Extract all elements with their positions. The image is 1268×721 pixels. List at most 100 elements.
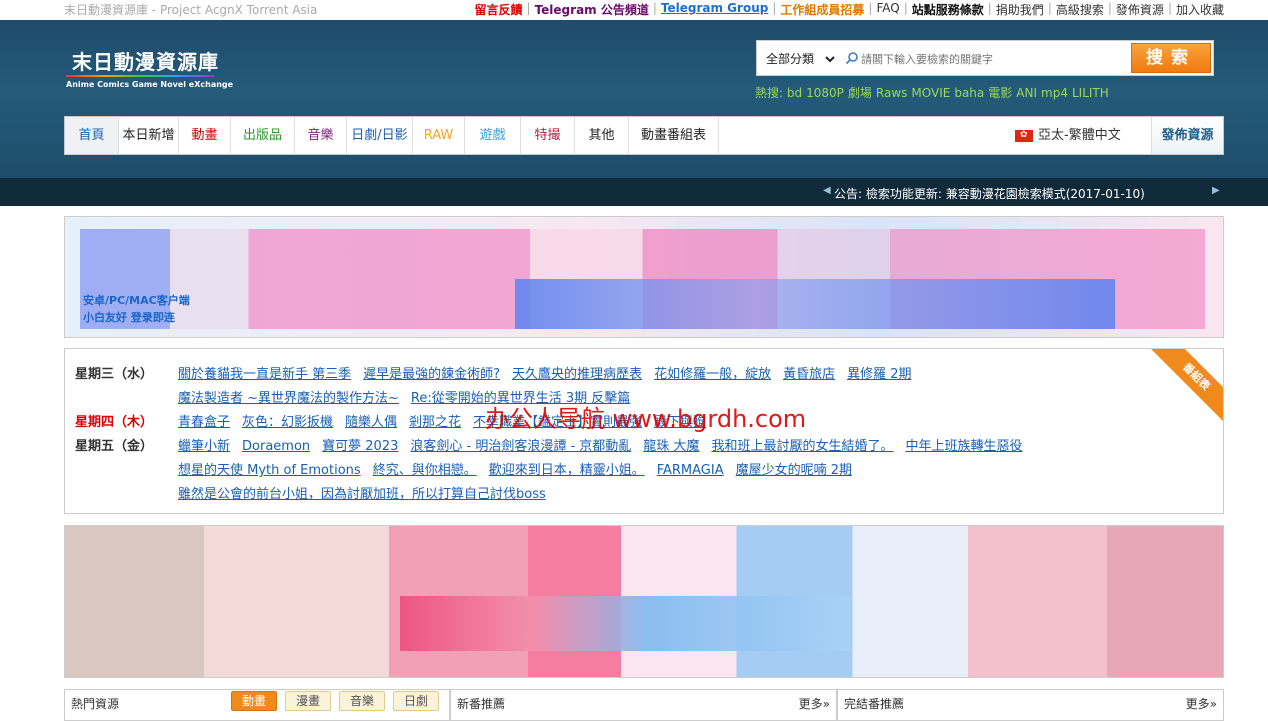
anime-title-link[interactable]: 異修羅 2期 <box>847 367 911 382</box>
nav-item[interactable]: 出版品 <box>231 117 295 154</box>
banner-image-detail <box>515 279 1115 329</box>
publish-button[interactable]: 發佈資源 <box>1151 117 1223 154</box>
link-separator: | <box>903 1 908 15</box>
announcement-bar: ◀ 公告: 檢索功能更新: 兼容動漫花園檢索模式(2017-01-10) ▶ <box>0 178 1268 206</box>
client-promo-line1: 安卓/PC/MAC客户端 <box>83 294 190 307</box>
anime-title-link[interactable]: FARMAGIA <box>657 463 724 478</box>
top-link[interactable]: 工作組成員招募 <box>780 1 864 18</box>
top-link[interactable]: 發佈資源 <box>1116 1 1164 18</box>
anime-title-link[interactable]: 龍珠 大魔 <box>643 439 699 454</box>
header: 末日動漫資源庫 Anime Comics Game Novel eXchange… <box>0 20 1268 178</box>
hot-search-word[interactable]: mp4 <box>1041 86 1068 100</box>
anime-title-link[interactable]: 中年上班族轉生惡役 <box>905 439 1022 454</box>
hot-search-label: 熱搜: <box>755 86 784 100</box>
panel-title: 新番推薦 <box>457 697 506 711</box>
more-link[interactable]: 更多» <box>799 695 830 712</box>
nav-item[interactable]: 其他 <box>575 117 629 154</box>
ad-banner-top[interactable]: 安卓/PC/MAC客户端 小白友好 登录即连 <box>64 216 1224 338</box>
anime-title-link[interactable]: 灰色：幻影扳機 <box>242 415 333 430</box>
anime-title-link[interactable]: 關於養貓我一直是新手 第三季 <box>178 367 351 382</box>
anime-title-link[interactable]: 想星的天使 Myth of Emotions <box>178 463 361 478</box>
anime-title-link[interactable]: 青春盒子 <box>178 415 230 430</box>
ad-banner-middle[interactable] <box>64 525 1224 678</box>
banner-image <box>400 596 850 651</box>
main-nav: 亞太-繁體中文 發佈資源 首頁本日新增動畫出版品音樂日劇/日影RAW遊戲特撮其他… <box>64 116 1224 155</box>
anime-title-link[interactable]: 天久鷹央的推理病歷表 <box>512 367 642 382</box>
hot-search-word[interactable]: 1080P <box>806 86 844 100</box>
anime-title-link[interactable]: 我和班上最討厭的女生結婚了。 <box>711 439 893 454</box>
link-separator: | <box>987 1 992 15</box>
nav-item[interactable]: 特撮 <box>521 117 575 154</box>
hot-search-word[interactable]: ANI <box>1016 86 1037 100</box>
hk-flag-icon <box>1015 129 1033 142</box>
schedule-day-label: 星期三（水） <box>75 367 154 382</box>
anime-title-link[interactable]: 遲早是最強的鍊金術師? <box>363 367 500 382</box>
watermark-text: 办公人导航 www.bgrdh.com <box>485 405 807 433</box>
category-select[interactable]: 全部分類 <box>762 48 838 70</box>
nav-item[interactable]: 動畫番組表 <box>629 117 719 154</box>
category-tab[interactable]: 日劇 <box>393 691 439 711</box>
hot-search-word[interactable]: LILITH <box>1072 86 1109 100</box>
hot-search-word[interactable]: MOVIE <box>911 86 950 100</box>
top-link[interactable]: Telegram Group <box>661 1 768 18</box>
anime-schedule: 星期三（水） 關於養貓我一直是新手 第三季 遲早是最強的鍊金術師? 天久鷹央的推理病歷… <box>64 348 1224 514</box>
logo-title[interactable]: 末日動漫資源庫 <box>72 46 219 75</box>
schedule-line: 關於養貓我一直是新手 第三季 遲早是最強的鍊金術師? 天久鷹央的推理病歷表 花如修羅一… <box>178 363 924 382</box>
anime-title-link[interactable]: 黃昏旅店 <box>783 367 835 382</box>
anime-title-link[interactable]: 歡迎來到日本，精靈小姐。 <box>489 463 645 478</box>
category-tab[interactable]: 動畫 <box>231 691 277 711</box>
anime-title-link[interactable]: 隨樂人偶 <box>345 415 397 430</box>
client-promo-line2: 小白友好 登录即连 <box>83 311 175 324</box>
top-link[interactable]: 加入收藏 <box>1176 1 1224 18</box>
announcement-text[interactable]: 公告: 檢索功能更新: 兼容動漫花園檢索模式(2017-01-10) <box>834 185 1145 202</box>
anime-title-link[interactable]: 雖然是公會的前台小姐，因為討厭加班，所以打算自己討伐boss <box>178 487 546 502</box>
next-arrow-icon[interactable]: ▶ <box>1212 185 1220 196</box>
anime-title-link[interactable]: 魔法製造者 ~異世界魔法的製作方法~ <box>178 391 399 406</box>
search-input[interactable] <box>861 48 1123 70</box>
top-link[interactable]: FAQ <box>876 1 899 18</box>
top-link[interactable]: 站點服務條款 <box>912 1 984 18</box>
anime-title-link[interactable]: 浪客劍心 - 明治劍客浪漫譚 - 京都動亂 <box>410 439 631 454</box>
search-icon <box>845 52 858 65</box>
anime-title-link[interactable]: 寶可夢 2023 <box>322 439 398 454</box>
category-tab[interactable]: 音樂 <box>339 691 385 711</box>
top-link[interactable]: Telegram 公告頻道 <box>535 1 649 18</box>
nav-item[interactable]: 動畫 <box>179 117 231 154</box>
link-separator: | <box>1107 1 1112 15</box>
nav-item[interactable]: 本日新增 <box>119 117 179 154</box>
prev-arrow-icon[interactable]: ◀ <box>823 185 831 196</box>
top-link[interactable]: 留言反饋 <box>475 1 523 18</box>
hot-search-word[interactable]: baha <box>954 86 984 100</box>
language-selector[interactable]: 亞太-繁體中文 <box>1015 117 1121 154</box>
anime-title-link[interactable]: 終究、與你相戀。 <box>373 463 477 478</box>
link-separator: | <box>772 1 777 15</box>
hot-search: 熱搜: bd 1080P 劇場 Raws MOVIE baha 電影 ANI mp4 LILITH <box>755 84 1113 101</box>
schedule-ribbon[interactable]: 番組表 <box>1148 349 1223 425</box>
anime-title-link[interactable]: 花如修羅一般，綻放 <box>654 367 771 382</box>
anime-title-link[interactable]: 蠟筆小新 <box>178 439 230 454</box>
more-link[interactable]: 更多» <box>1186 695 1217 712</box>
nav-item[interactable]: 遊戲 <box>465 117 521 154</box>
anime-title-link[interactable]: 剎那之花 <box>409 415 461 430</box>
hot-search-word[interactable]: 電影 <box>988 86 1012 100</box>
nav-item[interactable]: 音樂 <box>295 117 347 154</box>
nav-item[interactable]: 首頁 <box>65 117 119 154</box>
top-bar: 末日動漫資源庫 - Project AcgnX Torrent Asia 留言反… <box>0 0 1268 20</box>
nav-item[interactable]: 日劇/日影 <box>347 117 413 154</box>
schedule-line: 想星的天使 Myth of Emotions 終究、與你相戀。 歡迎來到日本，精靈小… <box>178 459 864 478</box>
schedule-day-label: 星期四（木） <box>75 415 154 430</box>
category-tab[interactable]: 漫畫 <box>285 691 331 711</box>
nav-item[interactable]: RAW <box>413 117 465 154</box>
top-link[interactable]: 高級搜索 <box>1056 1 1104 18</box>
link-separator: | <box>1167 1 1172 15</box>
schedule-line: 蠟筆小新 Doraemon 寶可夢 2023 浪客劍心 - 明治劍客浪漫譚 - 京都動… <box>178 435 1034 454</box>
hot-search-word[interactable]: Raws <box>876 86 908 100</box>
top-link[interactable]: 捐助我們 <box>996 1 1044 18</box>
hot-search-word[interactable]: 劇場 <box>848 86 872 100</box>
anime-title-link[interactable]: Doraemon <box>242 439 310 454</box>
hot-search-word[interactable]: bd <box>787 86 802 100</box>
logo-color-bar <box>66 75 214 77</box>
hot-search-list: bd 1080P 劇場 Raws MOVIE baha 電影 ANI mp4 LILITH <box>787 86 1113 100</box>
anime-title-link[interactable]: 魔屋少女的呢喃 2期 <box>736 463 852 478</box>
search-button[interactable]: 搜索 <box>1131 43 1211 73</box>
